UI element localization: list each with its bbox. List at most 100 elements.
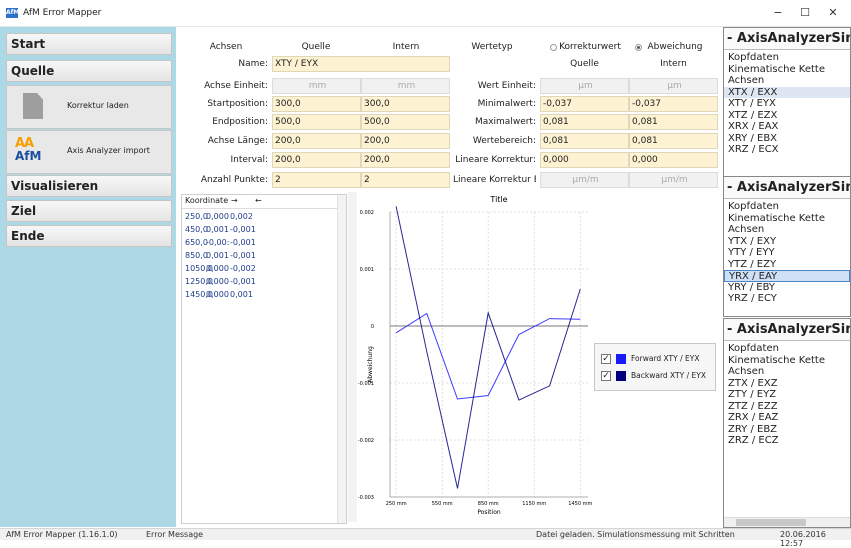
interval-intern[interactable]: 200,0 [361,152,450,168]
korrektur-laden-label: Korrektur laden [67,101,129,110]
achse-einheit-quelle[interactable]: mm [272,78,361,94]
achse-laenge-quelle[interactable]: 200,0 [272,133,361,149]
ziel-button[interactable]: Ziel [6,200,172,222]
axis-list-item[interactable]: XRZ / ECX [724,144,850,156]
interval-quelle[interactable]: 200,0 [272,152,361,168]
axis-panel-z-title[interactable]: - AxisAnalyzerSimu [724,319,850,341]
minimalwert-intern[interactable]: -0,037 [629,96,718,112]
axis-list-item[interactable]: XTY / EYX [724,98,850,110]
endposition-quelle[interactable]: 500,0 [272,114,361,130]
axis-panel-scrollbar[interactable] [724,517,850,527]
startposition-intern[interactable]: 300,0 [361,96,450,112]
achse-laenge-intern[interactable]: 200,0 [361,133,450,149]
axis-list-item[interactable]: ZRY / EBZ [724,424,850,436]
axis-panel-z[interactable]: - AxisAnalyzerSimu KopfdatenKinematische… [723,318,851,528]
axis-list-item[interactable]: Achsen [724,75,850,87]
axis-list-item[interactable]: Kinematische Kette [724,355,850,367]
axis-analyzer-import-button[interactable]: AA AfM Axis Analyzer import [6,130,172,174]
axis-list-item[interactable]: YRZ / ECY [724,293,850,305]
korrektur-laden-button[interactable]: Korrektur laden [6,85,172,129]
afm-logo-text: AfM [15,149,42,163]
axis-list-item[interactable]: Kopfdaten [724,201,850,213]
table-cell: 0,001 [230,290,253,299]
axis-list-item[interactable]: Kopfdaten [724,52,850,64]
table-cell: 250,0 [185,212,208,221]
grid-header-koordinate[interactable]: Koordinate [185,196,228,205]
minimalwert-quelle[interactable]: -0,037 [540,96,629,112]
table-row[interactable]: 850,0 0,001 -0,001 [182,250,346,263]
maximize-button[interactable]: ☐ [793,5,817,21]
axis-analyzer-import-label: Axis Analyzer import [67,146,150,155]
axis-panel-x-title[interactable]: - AxisAnalyzerSimu [724,28,850,50]
forward-checkbox[interactable]: ✓ [601,354,611,364]
startposition-quelle[interactable]: 300,0 [272,96,361,112]
wertebereich-quelle[interactable]: 0,081 [540,133,629,149]
legend-forward[interactable]: ✓ Forward XTY / EYX [601,352,715,366]
axis-list-item[interactable]: XTZ / EZX [724,110,850,122]
x-axis-label: Position [477,509,501,516]
abweichung-radio[interactable] [635,44,642,51]
axis-list-item[interactable]: Kinematische Kette [724,213,850,225]
axis-list-item[interactable]: XRX / EAX [724,121,850,133]
table-row[interactable]: 1250,0 0,000 -0,001 [182,276,346,289]
lineare-korrektur-quelle[interactable]: 0,000 [540,152,629,168]
axis-panel-y-title[interactable]: - AxisAnalyzerSimu [724,177,850,199]
grid-scrollbar[interactable] [337,195,346,523]
maximalwert-quelle[interactable]: 0,081 [540,114,629,130]
axis-list-item[interactable]: ZRX / EAZ [724,412,850,424]
close-button[interactable]: ✕ [821,5,845,21]
table-row[interactable]: 650,0 -0,00: -0,001 [182,237,346,250]
axis-list-item[interactable]: Kinematische Kette [724,64,850,76]
axis-panel-scroll-thumb[interactable] [736,519,806,526]
anzahl-punkte-quelle[interactable]: 2 [272,172,361,188]
ende-button[interactable]: Ende [6,225,172,247]
axis-list-item[interactable]: XTX / EXX [724,86,850,98]
axis-list-item[interactable]: YRY / EBY [724,282,850,294]
axis-list-item[interactable]: ZRZ / ECZ [724,435,850,447]
achse-einheit-intern[interactable]: mm [361,78,450,94]
axis-list-item[interactable]: Achsen [724,224,850,236]
name-field[interactable]: XTY / EYX [272,56,450,72]
endposition-intern[interactable]: 500,0 [361,114,450,130]
table-cell: 0,000 [206,212,229,221]
data-grid[interactable]: Koordinate → ← 250,0 0,000 0,002 450,0 0,001… [181,194,347,524]
grid-header-forward[interactable]: → [231,196,238,205]
minimize-button[interactable]: − [766,5,790,21]
table-row[interactable]: 1450,0 0,000 0,001 [182,289,346,302]
wertebereich-intern[interactable]: 0,081 [629,133,718,149]
lineare-korrektur-label: Lineare Korrektur: [455,155,536,165]
axis-list-item[interactable]: YRX / EAY [724,270,850,282]
axis-panel-x[interactable]: - AxisAnalyzerSimu KopfdatenKinematische… [723,27,851,177]
table-row[interactable]: 1050,0 0,000 -0,002 [182,263,346,276]
table-cell: 450,0 [185,225,208,234]
chart-scrollbar-left [348,192,357,522]
lineare-korrektur-intern[interactable]: 0,000 [629,152,718,168]
backward-checkbox[interactable]: ✓ [601,371,611,381]
axis-list-item[interactable]: ZTZ / EZZ [724,401,850,413]
wert-einheit-quelle[interactable]: µm [540,78,629,94]
legend-backward[interactable]: ✓ Backward XTY / EYX [601,369,715,383]
axis-list-item[interactable]: Kopfdaten [724,343,850,355]
axis-list-item[interactable]: YTX / EXY [724,236,850,248]
maximalwert-intern[interactable]: 0,081 [629,114,718,130]
axis-list-item[interactable]: YTZ / EZY [724,259,850,271]
axis-list-item[interactable]: ZTY / EYZ [724,389,850,401]
axis-list-item[interactable]: XRY / EBX [724,133,850,145]
table-row[interactable]: 450,0 0,001 -0,001 [182,224,346,237]
quelle-button[interactable]: Quelle [6,60,172,82]
wert-einheit-intern[interactable]: µm [629,78,718,94]
anzahl-punkte-intern[interactable]: 2 [361,172,450,188]
visualisieren-button[interactable]: Visualisieren [6,175,172,197]
lineare-korrektur-einheit-intern[interactable]: µm/m [629,172,718,188]
axis-panel-y[interactable]: - AxisAnalyzerSimu KopfdatenKinematische… [723,176,851,317]
grid-header-backward[interactable]: ← [255,196,262,205]
table-cell: 0,000 [206,264,229,273]
axis-list-item[interactable]: ZTX / EXZ [724,378,850,390]
lineare-korrektur-einheit-quelle[interactable]: µm/m [540,172,629,188]
axis-list-item[interactable]: YTY / EYY [724,247,850,259]
table-row[interactable]: 250,0 0,000 0,002 [182,211,346,224]
start-button[interactable]: Start [6,33,172,55]
axis-list-item[interactable]: Achsen [724,366,850,378]
korrekturwert-radio[interactable] [550,44,557,51]
x-tick-label: 250 mm [386,501,407,507]
